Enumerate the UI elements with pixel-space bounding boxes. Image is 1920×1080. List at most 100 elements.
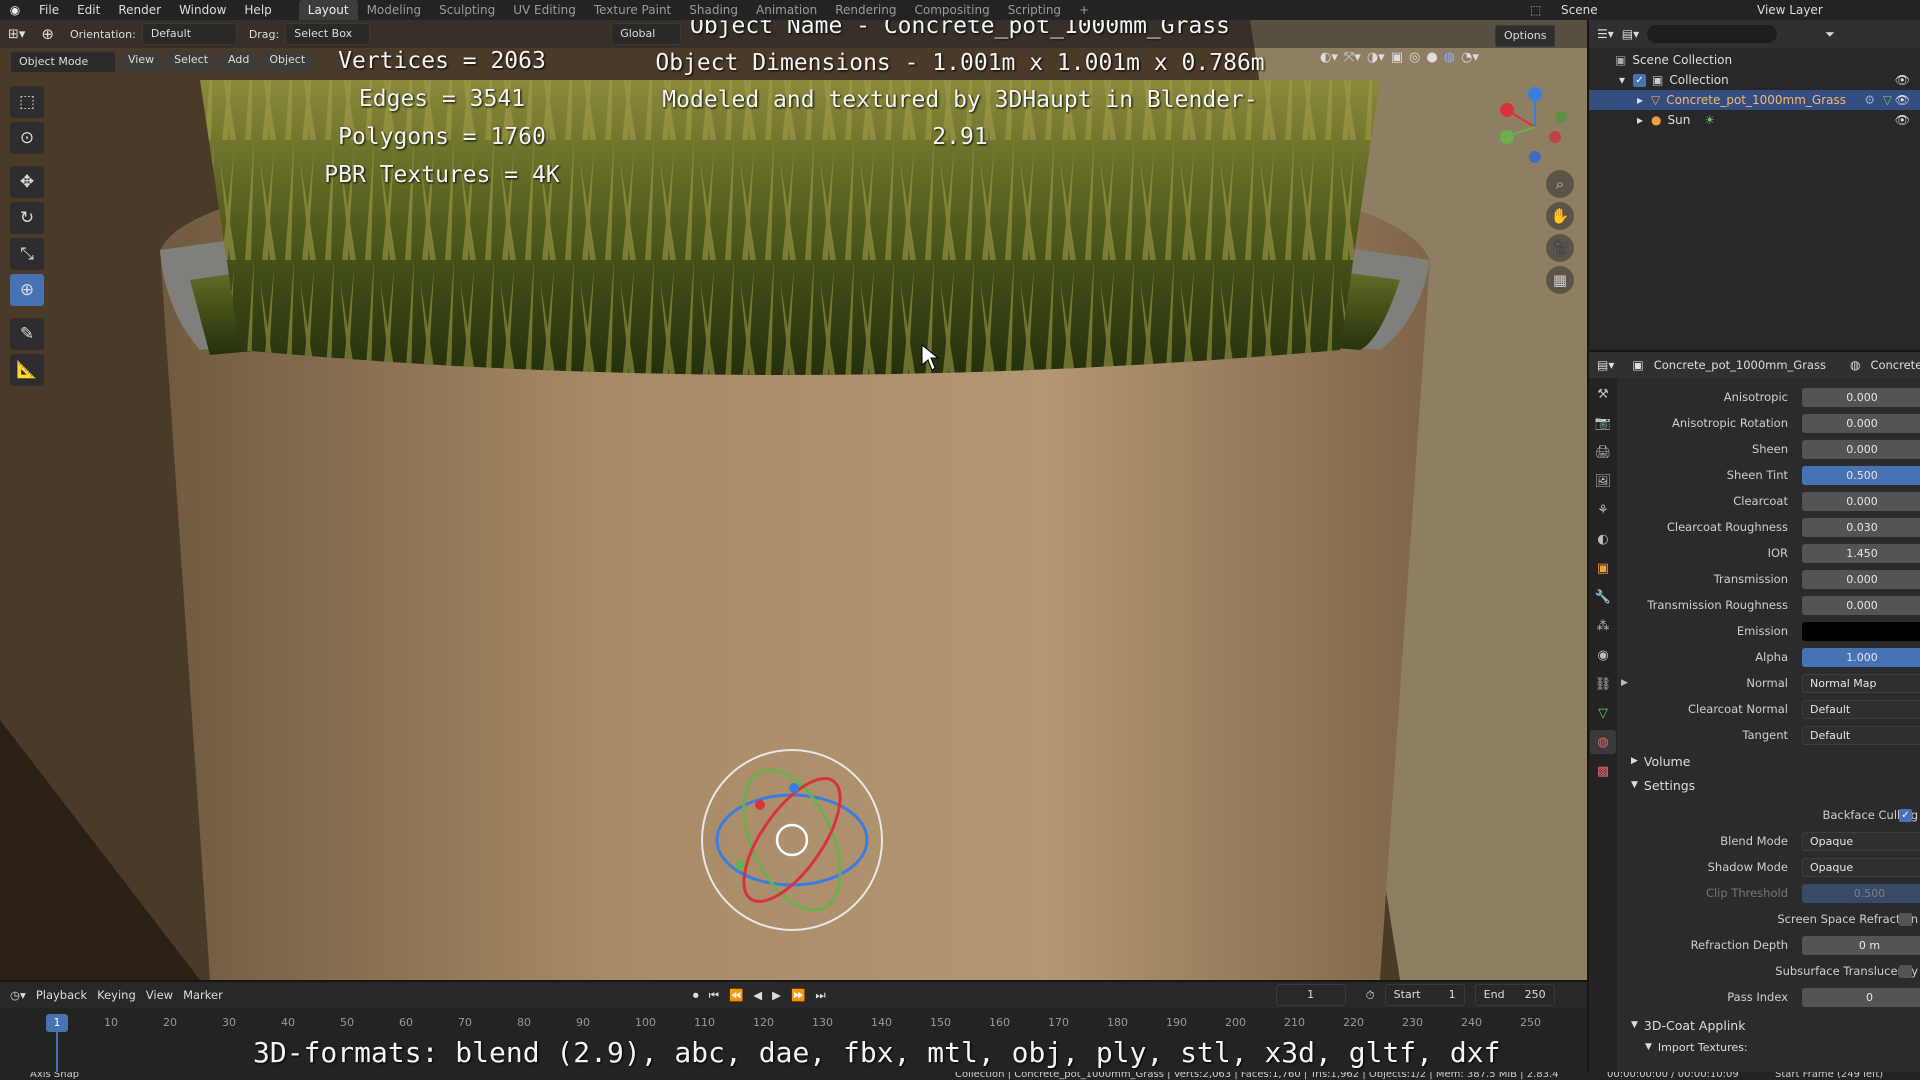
add-workspace-icon[interactable]: + — [1070, 0, 1098, 20]
material-shading-icon[interactable]: ◍ — [1444, 50, 1455, 65]
constraints-tab-icon[interactable]: ⛓ — [1590, 672, 1616, 696]
visibility-eye-icon[interactable]: 👁 — [1895, 113, 1910, 127]
mode-dropdown[interactable]: Object Mode — [10, 51, 116, 73]
settings-section[interactable]: ▼ Settings — [1617, 774, 1920, 796]
editor-type-icon[interactable]: ⊞▾ — [8, 27, 25, 42]
clearcoat-normal-field[interactable]: Default — [1802, 699, 1920, 719]
timeline-track[interactable]: 1 10 20 30 40 50 60 70 80 90 100 110 120 130 140 150 16… — [0, 1008, 1587, 1074]
outliner-object-row[interactable]: ▸ ▽ Concrete_pot_1000mm_Grass ⚙ ▽ 👁 — [1589, 90, 1920, 110]
anisotropic-rotation-field[interactable]: 0.000 — [1802, 413, 1920, 433]
sheen-tint-field[interactable]: 0.500 — [1802, 465, 1920, 485]
mesh-data-icon[interactable]: ▽ — [1883, 93, 1892, 107]
cursor-tool-icon[interactable]: ⊙ — [10, 122, 44, 154]
modifier-icon[interactable]: ⚙ — [1864, 93, 1875, 107]
tab-animation[interactable]: Animation — [747, 0, 826, 20]
clearcoat-roughness-field[interactable]: 0.030 — [1802, 517, 1920, 537]
outliner-collection[interactable]: ▾ ✓ ▣ Collection 👁 — [1589, 70, 1920, 90]
tab-modeling[interactable]: Modeling — [358, 0, 431, 20]
gizmo-icon[interactable]: ⤧▾ — [1344, 50, 1361, 65]
screen-space-refraction-checkbox[interactable] — [1899, 913, 1912, 926]
wireframe-shading-icon[interactable]: ◎ — [1409, 50, 1420, 65]
playback-menu[interactable]: Playback — [36, 988, 87, 1002]
play-icon[interactable]: ▶ — [772, 988, 781, 1002]
tab-compositing[interactable]: Compositing — [905, 0, 998, 20]
object-tab-icon[interactable]: ▣ — [1590, 556, 1616, 580]
annotate-tool-icon[interactable]: ✎ — [10, 318, 44, 350]
properties-editor-icon[interactable]: ▤▾ — [1597, 358, 1614, 372]
menu-help[interactable]: Help — [235, 0, 280, 20]
transmission-field[interactable]: 0.000 — [1802, 569, 1920, 589]
modifier-tab-icon[interactable]: 🔧 — [1590, 585, 1616, 609]
measure-tool-icon[interactable]: 📐 — [10, 354, 44, 386]
backface-culling-checkbox[interactable]: ✓ — [1899, 809, 1912, 822]
volume-section[interactable]: ▶ Volume — [1617, 750, 1920, 772]
clip-threshold-field[interactable]: 0.500 — [1802, 883, 1920, 903]
collection-checkbox[interactable]: ✓ — [1633, 73, 1647, 87]
playhead[interactable]: 1 — [46, 1014, 68, 1032]
tangent-field[interactable]: Default — [1802, 725, 1920, 745]
data-tab-icon[interactable]: ▽ — [1590, 701, 1616, 725]
expand-arrow-icon[interactable]: ▸ — [1637, 93, 1643, 107]
alpha-field[interactable]: 1.000 — [1802, 647, 1920, 667]
camera-icon[interactable]: 🎥 — [1546, 234, 1574, 262]
orientation-dropdown[interactable]: Default — [141, 23, 237, 45]
navigation-gizmo[interactable] — [1495, 82, 1575, 172]
transmission-roughness-field[interactable]: 0.000 — [1802, 595, 1920, 615]
rendered-shading-icon[interactable]: ◔▾ — [1461, 50, 1479, 65]
display-mode-icon[interactable]: ▤▾ — [1622, 27, 1639, 41]
move-tool-icon[interactable]: ✥ — [10, 166, 44, 198]
overlay-icon[interactable]: ◑▾ — [1367, 50, 1385, 65]
next-keyframe-icon[interactable]: ⏩ — [791, 988, 805, 1002]
jump-end-icon[interactable]: ⏭ — [815, 988, 825, 1003]
subsurface-translucency-checkbox[interactable] — [1899, 965, 1912, 978]
expand-arrow-icon[interactable]: ▶ — [1621, 678, 1628, 688]
menu-edit[interactable]: Edit — [68, 0, 109, 20]
outliner-search-input[interactable] — [1647, 25, 1778, 43]
transform-settings-icon[interactable]: ⊕ — [41, 25, 54, 43]
3d-viewport[interactable]: ⊞▾ ⊕ Orientation: Default Drag: Select B… — [0, 20, 1587, 980]
tab-uv-editing[interactable]: UV Editing — [504, 0, 585, 20]
select-menu[interactable]: Select — [166, 51, 217, 73]
expand-arrow-icon[interactable]: ▸ — [1637, 113, 1643, 127]
transform-tool-icon[interactable]: ⊕ — [10, 274, 44, 306]
keying-menu[interactable]: Keying — [97, 988, 136, 1002]
timeline-editor-icon[interactable]: ◷▾ — [10, 988, 26, 1002]
tool-tab-icon[interactable]: ⚒ — [1590, 382, 1616, 406]
visibility-eye-icon[interactable]: 👁 — [1895, 73, 1910, 87]
prev-keyframe-icon[interactable]: ⏪ — [729, 988, 743, 1002]
rotate-tool-icon[interactable]: ↻ — [10, 202, 44, 234]
normal-field[interactable]: Normal Map — [1802, 673, 1920, 693]
view-menu[interactable]: View — [120, 51, 163, 73]
jump-start-icon[interactable]: ⏮ — [709, 988, 719, 1003]
tab-rendering[interactable]: Rendering — [826, 0, 905, 20]
shadow-mode-dropdown[interactable]: Opaque — [1802, 857, 1920, 877]
menu-window[interactable]: Window — [170, 0, 235, 20]
select-box-tool-icon[interactable]: ⬚ — [10, 86, 44, 118]
outliner-scene-collection[interactable]: ▣ Scene Collection — [1589, 50, 1920, 70]
start-frame-field[interactable]: Start 1 — [1384, 984, 1465, 1006]
play-reverse-icon[interactable]: ◀ — [753, 988, 762, 1002]
render-tab-icon[interactable]: 📷 — [1590, 411, 1616, 435]
tab-scripting[interactable]: Scripting — [999, 0, 1070, 20]
blender-logo-icon[interactable]: ◉ — [0, 3, 30, 17]
applink-section[interactable]: ▼ 3D-Coat Applink — [1617, 1014, 1920, 1036]
zoom-icon[interactable]: ⌕ — [1546, 170, 1574, 198]
tab-sculpting[interactable]: Sculpting — [430, 0, 504, 20]
options-dropdown[interactable]: Options — [1495, 25, 1556, 47]
view-layer-tab-icon[interactable]: 🖼 — [1590, 469, 1616, 493]
refraction-depth-field[interactable]: 0 m — [1802, 935, 1920, 955]
sheen-field[interactable]: 0.000 — [1802, 439, 1920, 459]
view-layer-name[interactable]: View Layer — [1757, 3, 1823, 17]
expand-arrow-icon[interactable]: ▾ — [1619, 73, 1625, 87]
tab-texture-paint[interactable]: Texture Paint — [585, 0, 680, 20]
tab-layout[interactable]: Layout — [298, 0, 358, 20]
pan-hand-icon[interactable]: ✋ — [1546, 202, 1574, 230]
end-frame-field[interactable]: End 250 — [1474, 984, 1555, 1006]
scene-tab-icon[interactable]: ⚘ — [1590, 498, 1616, 522]
physics-tab-icon[interactable]: ◉ — [1590, 643, 1616, 667]
marker-menu[interactable]: Marker — [183, 988, 223, 1002]
perspective-grid-icon[interactable]: ▦ — [1546, 266, 1574, 294]
tab-shading[interactable]: Shading — [680, 0, 747, 20]
xray-icon[interactable]: ▣ — [1391, 50, 1403, 65]
timeline-view-menu[interactable]: View — [146, 988, 173, 1002]
